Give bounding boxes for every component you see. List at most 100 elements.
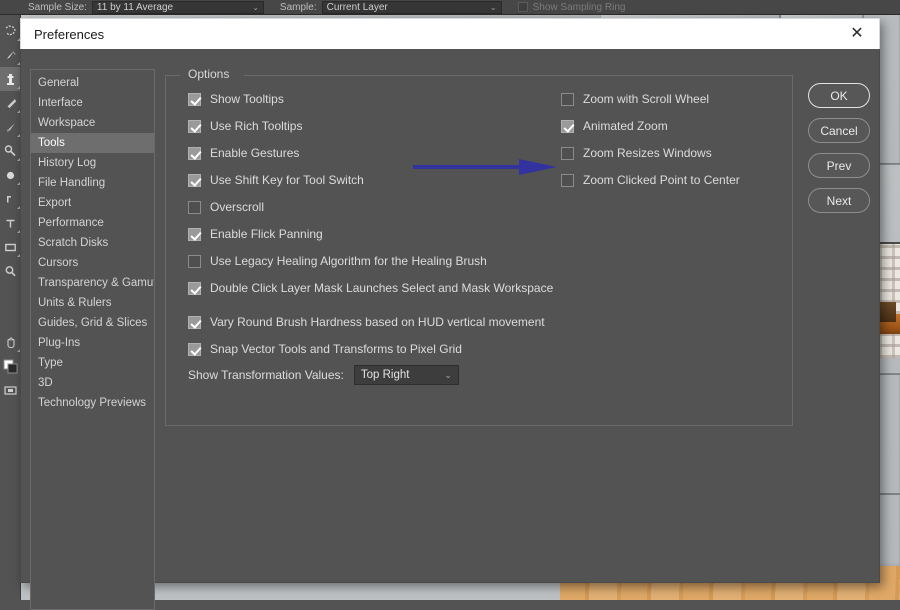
preferences-category-list[interactable]: General Interface Workspace Tools History Lo… [30,69,155,610]
preferences-dialog: Preferences ✕ General Interface Workspace T… [20,18,880,610]
checkbox-row-animated-zoom[interactable]: Animated Zoom [561,118,786,145]
checked-checkbox-icon[interactable] [188,282,201,295]
unchecked-checkbox-icon[interactable] [188,255,201,268]
checked-checkbox-icon[interactable] [188,228,201,241]
sidebar-item-label: Technology Previews [38,397,147,409]
blur-tool[interactable] [0,115,21,139]
button-label: Prev [826,158,852,173]
unchecked-checkbox-icon[interactable] [561,147,574,160]
ok-button[interactable]: OK [808,83,870,108]
checkbox-row-overscroll[interactable]: Overscroll [188,199,528,226]
button-label: OK [830,88,848,103]
zoom-tool[interactable] [0,259,21,283]
sidebar-item-label: Units & Rulers [38,297,112,309]
checked-checkbox-icon[interactable] [188,120,201,133]
button-label: Next [826,193,852,208]
sidebar-item-workspace[interactable]: Workspace [31,113,154,133]
sidebar-item-label: History Log [38,157,97,169]
tool-options-bar: Sample Size: 11 by 11 Average ⌄ Sample: … [0,0,900,15]
dialog-titlebar[interactable]: Preferences ✕ [20,18,880,49]
lasso-tool[interactable] [0,19,21,43]
sidebar-item-technology-previews[interactable]: Technology Previews [31,393,154,413]
sample-value: Current Layer [326,1,388,13]
sidebar-item-guides-grid-slices[interactable]: Guides, Grid & Slices [31,313,154,333]
sidebar-item-file-handling[interactable]: File Handling [31,173,154,193]
unchecked-checkbox-icon[interactable] [561,174,574,187]
gradient-tool[interactable] [0,163,21,187]
checkbox-row-zoom-clicked-point-to-center[interactable]: Zoom Clicked Point to Center [561,172,786,199]
unchecked-checkbox-icon[interactable] [561,93,574,106]
tools-panel[interactable] [0,15,21,600]
sidebar-item-interface[interactable]: Interface [31,93,154,113]
sidebar-item-label: General [38,77,79,89]
prev-button[interactable]: Prev [808,153,870,178]
checkbox-row-vary-round-brush-hardness-based-on-hud-vertical-movement[interactable]: Vary Round Brush Hardness based on HUD v… [188,314,545,341]
checkbox-label: Animated Zoom [583,119,668,133]
checkbox-row-zoom-with-scroll-wheel[interactable]: Zoom with Scroll Wheel [561,91,786,118]
brush-tool[interactable] [0,43,21,67]
unchecked-checkbox-icon[interactable] [188,201,201,214]
checkbox-row-enable-gestures[interactable]: Enable Gestures [188,145,528,172]
checked-checkbox-icon[interactable] [561,120,574,133]
hand-tool[interactable] [0,330,21,354]
quick-mask-toggle[interactable] [0,378,21,402]
options-right-column: Zoom with Scroll Wheel Animated Zoom Zoom … [561,91,786,199]
sidebar-item-label: Guides, Grid & Slices [38,317,148,329]
show-sampling-ring-checkbox[interactable] [517,2,528,12]
sidebar-item-history-log[interactable]: History Log [31,153,154,173]
cancel-button[interactable]: Cancel [808,118,870,143]
close-icon[interactable]: ✕ [835,19,879,50]
checkbox-row-use-rich-tooltips[interactable]: Use Rich Tooltips [188,118,528,145]
show-transformation-values-select[interactable]: Top Right ⌄ [353,365,459,385]
checkbox-row-double-click-layer-mask-launches-select-and-mask-workspace[interactable]: Double Click Layer Mask Launches Select … [188,280,553,307]
next-button[interactable]: Next [808,188,870,213]
checkbox-row-show-tooltips[interactable]: Show Tooltips [188,91,528,118]
sidebar-item-performance[interactable]: Performance [31,213,154,233]
sidebar-item-cursors[interactable]: Cursors [31,253,154,273]
sidebar-item-units-rulers[interactable]: Units & Rulers [31,293,154,313]
sidebar-item-scratch-disks[interactable]: Scratch Disks [31,233,154,253]
checkbox-row-enable-flick-panning[interactable]: Enable Flick Panning [188,226,528,253]
checkbox-label: Vary Round Brush Hardness based on HUD v… [210,315,545,329]
sidebar-item-label: Interface [38,97,83,109]
tools-panel-lower[interactable] [0,330,21,402]
sidebar-item-label: Transparency & Gamut [38,277,155,289]
clone-stamp-tool[interactable] [0,67,21,91]
sidebar-item-label: 3D [38,377,53,389]
pen-tool[interactable] [0,187,21,211]
sample-select[interactable]: Current Layer ⌄ [321,0,502,14]
sidebar-item-type[interactable]: Type [31,353,154,373]
photo-decor-object [880,302,896,322]
checkbox-label: Snap Vector Tools and Transforms to Pixe… [210,342,462,356]
dialog-title: Preferences [34,26,105,42]
checked-checkbox-icon[interactable] [188,147,201,160]
sidebar-item-tools[interactable]: Tools [31,133,154,153]
sidebar-item-general[interactable]: General [31,73,154,93]
sidebar-item-3d[interactable]: 3D [31,373,154,393]
checkbox-label: Enable Gestures [210,146,300,160]
sidebar-item-transparency-gamut[interactable]: Transparency & Gamut [31,273,154,293]
checked-checkbox-icon[interactable] [188,316,201,329]
checkbox-label: Double Click Layer Mask Launches Select … [210,281,554,295]
sidebar-item-label: Workspace [38,117,96,129]
rectangle-shape-tool[interactable] [0,235,21,259]
checkbox-row-zoom-resizes-windows[interactable]: Zoom Resizes Windows [561,145,786,172]
checked-checkbox-icon[interactable] [188,93,201,106]
sidebar-item-label: Performance [38,217,104,229]
chevron-down-icon: ⌄ [444,370,452,380]
sidebar-item-label: Tools [38,137,65,149]
checked-checkbox-icon[interactable] [188,174,201,187]
eraser-tool[interactable] [0,91,21,115]
checked-checkbox-icon[interactable] [188,343,201,356]
checkbox-label: Show Tooltips [210,92,284,106]
foreground-background-color[interactable] [0,354,21,378]
type-tool[interactable] [0,211,21,235]
sidebar-item-label: Cursors [38,257,79,269]
dodge-tool[interactable] [0,139,21,163]
checkbox-row-use-shift-key-for-tool-switch[interactable]: Use Shift Key for Tool Switch [188,172,528,199]
checkbox-row-use-legacy-healing-algorithm-for-the-healing-brush[interactable]: Use Legacy Healing Algorithm for the Hea… [188,253,528,280]
sample-size-select[interactable]: 11 by 11 Average ⌄ [91,0,264,14]
sidebar-item-plug-ins[interactable]: Plug-Ins [31,333,154,353]
sidebar-item-export[interactable]: Export [31,193,154,213]
checkbox-row-snap-vector-tools-and-transforms-to-pixel-grid[interactable]: Snap Vector Tools and Transforms to Pixe… [188,341,528,368]
